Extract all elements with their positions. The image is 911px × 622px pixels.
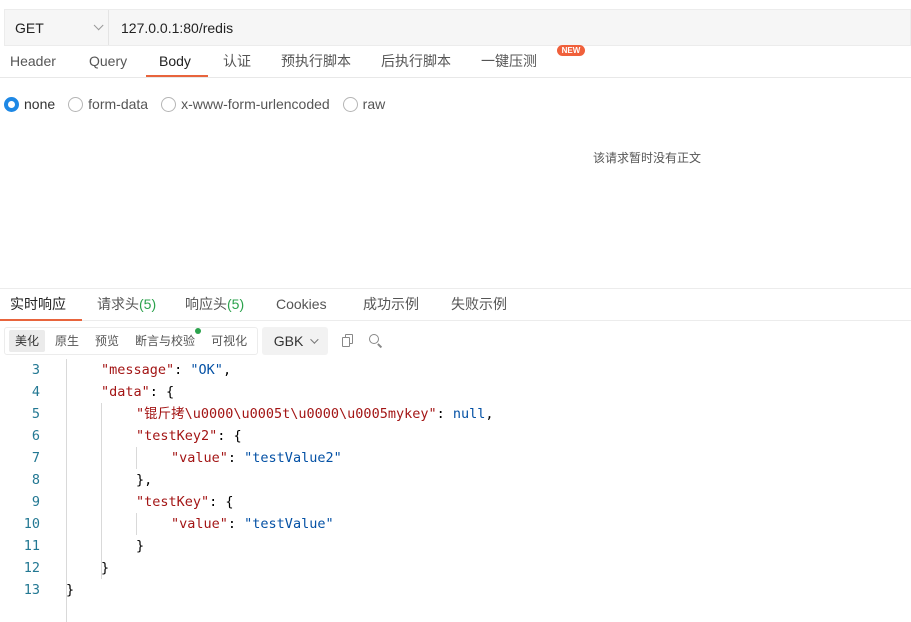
tab-load-test[interactable]: 一键压测	[481, 46, 537, 77]
tab-request-headers-label: 请求头	[97, 296, 139, 312]
visualize-button[interactable]: 可视化	[205, 330, 253, 352]
copy-icon[interactable]	[340, 333, 356, 349]
response-tabs: 实时响应 请求头(5) 响应头(5) Cookies 成功示例 失败示例	[0, 288, 911, 321]
line-number: 7	[31, 450, 40, 466]
line-number: 5	[31, 406, 40, 422]
tab-success-example[interactable]: 成功示例	[363, 289, 419, 321]
code-line: 11}	[0, 535, 911, 557]
status-dot	[195, 328, 202, 334]
radio-icon	[161, 96, 177, 112]
code-line: 12}	[0, 557, 911, 579]
radio-checked-icon	[4, 96, 19, 112]
assertion-label: 断言与校验	[135, 334, 196, 348]
code-text: "value": "testValue"	[171, 516, 334, 532]
tab-cookies[interactable]: Cookies	[276, 289, 327, 321]
body-type-options: none form-data x-www-form-urlencoded raw	[4, 94, 398, 114]
encoding-label: GBK	[273, 333, 304, 349]
method-label: GET	[15, 19, 44, 36]
code-text: "testKey": {	[136, 494, 234, 510]
tab-realtime-response[interactable]: 实时响应	[10, 289, 66, 321]
code-line: 7 "value": "testValue2"	[0, 447, 911, 469]
code-text: "testKey2": {	[136, 428, 242, 444]
tab-query[interactable]: Query	[89, 46, 127, 77]
tab-auth[interactable]: 认证	[223, 46, 251, 77]
active-response-tab-underline	[0, 319, 82, 321]
code-text: "锟斤拷\u0000\u0005t\u0000\u0005mykey": nul…	[136, 406, 494, 422]
encoding-select[interactable]: GBK	[262, 327, 329, 355]
response-code-view[interactable]: 3 "message": "OK", 4 "data": { 5 "锟斤拷\u0000\u…	[0, 359, 911, 622]
code-line: 4 "data": {	[0, 381, 911, 403]
request-headers-count: (5)	[139, 296, 157, 312]
code-line: 5 "锟斤拷\u0000\u0005t\u0000\u0005mykey": nu…	[0, 403, 911, 425]
empty-body-message: 该请求暂时没有正文	[593, 151, 702, 165]
tab-request-headers[interactable]: 请求头(5)	[97, 289, 156, 321]
code-text: }	[136, 538, 145, 554]
tab-response-headers-label: 响应头	[185, 296, 227, 312]
method-select[interactable]: GET	[5, 10, 109, 45]
tab-response-headers[interactable]: 响应头(5)	[185, 289, 244, 321]
code-text: }	[101, 560, 110, 576]
active-tab-underline	[146, 75, 208, 77]
view-mode-group: 美化 原生 预览 断言与校验 可视化	[4, 327, 259, 355]
raw-button[interactable]: 原生	[49, 330, 85, 352]
new-badge: NEW	[557, 45, 585, 56]
response-headers-count: (5)	[227, 296, 245, 312]
preview-button[interactable]: 预览	[89, 330, 125, 352]
url-input[interactable]: 127.0.0.1:80/redis	[109, 20, 233, 36]
body-option-raw[interactable]: raw	[342, 96, 385, 112]
body-option-form-data[interactable]: form-data	[68, 96, 148, 112]
url-bar: GET 127.0.0.1:80/redis	[4, 9, 911, 46]
radio-icon	[342, 96, 358, 112]
tab-fail-example[interactable]: 失败示例	[451, 289, 507, 321]
code-line: 9 "testKey": {	[0, 491, 911, 513]
line-number: 10	[23, 516, 40, 532]
code-text: },	[136, 472, 153, 488]
code-line: 6 "testKey2": {	[0, 425, 911, 447]
line-number: 3	[31, 362, 40, 378]
code-text: "message": "OK",	[101, 362, 232, 378]
line-number: 4	[31, 384, 40, 400]
code-line: 3 "message": "OK",	[0, 359, 911, 381]
tab-body[interactable]: Body	[159, 46, 191, 77]
line-number: 6	[31, 428, 40, 444]
line-number: 12	[23, 560, 40, 576]
line-number: 9	[31, 494, 40, 510]
code-text: }	[66, 582, 75, 598]
request-tabs: Header Query Body 认证 预执行脚本 后执行脚本 一键压测	[0, 46, 911, 78]
code-line: 13}	[0, 579, 911, 601]
assertion-button[interactable]: 断言与校验	[129, 328, 202, 352]
code-line: 10 "value": "testValue"	[0, 513, 911, 535]
beautify-button[interactable]: 美化	[9, 330, 46, 352]
tab-header[interactable]: Header	[10, 46, 56, 77]
code-text: "value": "testValue2"	[171, 450, 342, 466]
response-toolbar: 美化 原生 预览 断言与校验 可视化 GBK	[4, 327, 384, 355]
body-option-none[interactable]: none	[4, 96, 55, 112]
line-number: 8	[31, 472, 40, 488]
chevron-down-icon	[93, 20, 104, 31]
code-text: "data": {	[101, 384, 175, 400]
body-option-urlencoded[interactable]: x-www-form-urlencoded	[161, 96, 330, 112]
search-icon[interactable]	[368, 333, 384, 349]
line-number: 13	[23, 582, 40, 598]
tab-pre-script[interactable]: 预执行脚本	[281, 46, 351, 77]
code-line: 8},	[0, 469, 911, 491]
line-number: 11	[23, 538, 40, 554]
chevron-down-icon	[310, 335, 320, 344]
radio-icon	[68, 96, 84, 112]
tab-post-script[interactable]: 后执行脚本	[381, 46, 451, 77]
